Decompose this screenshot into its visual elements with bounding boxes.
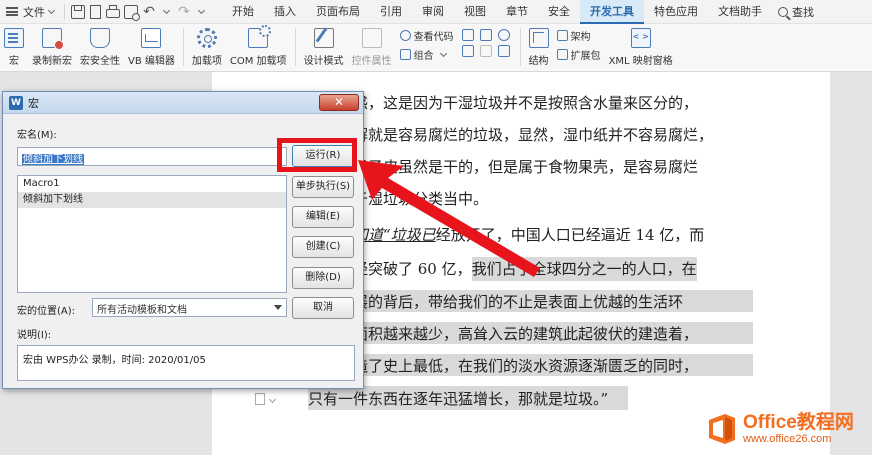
office-logo-icon (709, 414, 735, 444)
wps-writer-window: 文件 ↶ ↷ 开始 插入 页面布局 引用 审阅 视图 章节 安全 开发工具 特色… (0, 0, 872, 455)
annotation-arrow (358, 160, 540, 277)
watermark-url: www.office26.com (743, 433, 832, 445)
watermark-brand: Office教程网 (743, 412, 854, 433)
arrow-shape (358, 160, 540, 277)
site-watermark: Office教程网 www.office26.com (705, 405, 870, 453)
